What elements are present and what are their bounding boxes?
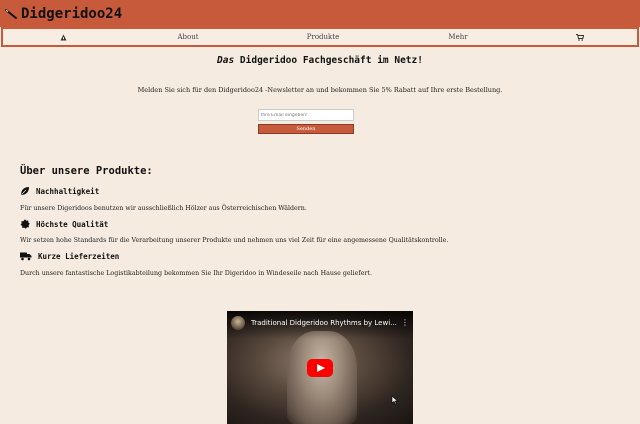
- feature-text-sustainability: Für unsere Digeridoos benutzen wir aussc…: [20, 205, 307, 212]
- feature-title-delivery: Kurze Lieferzeiten: [20, 251, 119, 261]
- truck-icon: [20, 252, 32, 261]
- feature-text-delivery: Durch unsere fantastische Logistikabteil…: [20, 270, 372, 277]
- feature-title-quality: Höchste Qualität: [20, 219, 108, 229]
- channel-avatar[interactable]: [231, 316, 245, 330]
- nav-cart[interactable]: [565, 29, 595, 45]
- page-headline: Das Didgeridoo Fachgeschäft im Netz!: [0, 55, 640, 66]
- nav-more[interactable]: Mehr: [433, 29, 483, 45]
- video-performer-image: [287, 331, 357, 424]
- certificate-icon: [20, 219, 30, 229]
- brand-name[interactable]: Didgeridoo24: [21, 6, 122, 22]
- pointer-cursor-icon: [391, 395, 399, 405]
- site-header: Didgeridoo24: [0, 0, 640, 27]
- home-triangle-icon: [60, 34, 66, 40]
- video-title[interactable]: Traditional Didgeridoo Rhythms by Lewi..…: [251, 316, 397, 330]
- nav-home[interactable]: [43, 29, 83, 45]
- feature-title-label: Höchste Qualität: [36, 219, 109, 229]
- shopping-cart-icon: [576, 33, 584, 41]
- section-title-products: Über unsere Produkte:: [20, 165, 153, 177]
- feature-title-label: Nachhaltigkeit: [36, 186, 100, 196]
- feature-text-quality: Wir setzen hohe Standards für die Verarb…: [20, 237, 449, 244]
- feature-title-label: Kurze Lieferzeiten: [38, 251, 120, 261]
- feature-title-sustainability: Nachhaltigkeit: [20, 186, 99, 196]
- video-title-bar: Traditional Didgeridoo Rhythms by Lewi..…: [227, 311, 413, 339]
- send-button[interactable]: Senden: [258, 124, 354, 134]
- leaf-icon: [21, 187, 29, 195]
- video-embed[interactable]: Traditional Didgeridoo Rhythms by Lewi..…: [227, 311, 413, 424]
- didgeridoo-icon: [5, 8, 17, 19]
- main-nav: About Produkte Mehr: [1, 27, 639, 47]
- email-field[interactable]: [258, 109, 354, 121]
- headline-emphasis: Das: [217, 55, 235, 66]
- youtube-play-icon[interactable]: [307, 359, 333, 377]
- nav-about[interactable]: About: [163, 29, 213, 45]
- nav-products[interactable]: Produkte: [298, 29, 348, 45]
- newsletter-text: Melden Sie sich für den Didgeridoo24 -Ne…: [137, 86, 503, 94]
- more-vertical-icon[interactable]: ⋮: [401, 316, 409, 330]
- headline-text: Didgeridoo Fachgeschäft im Netz!: [234, 55, 423, 66]
